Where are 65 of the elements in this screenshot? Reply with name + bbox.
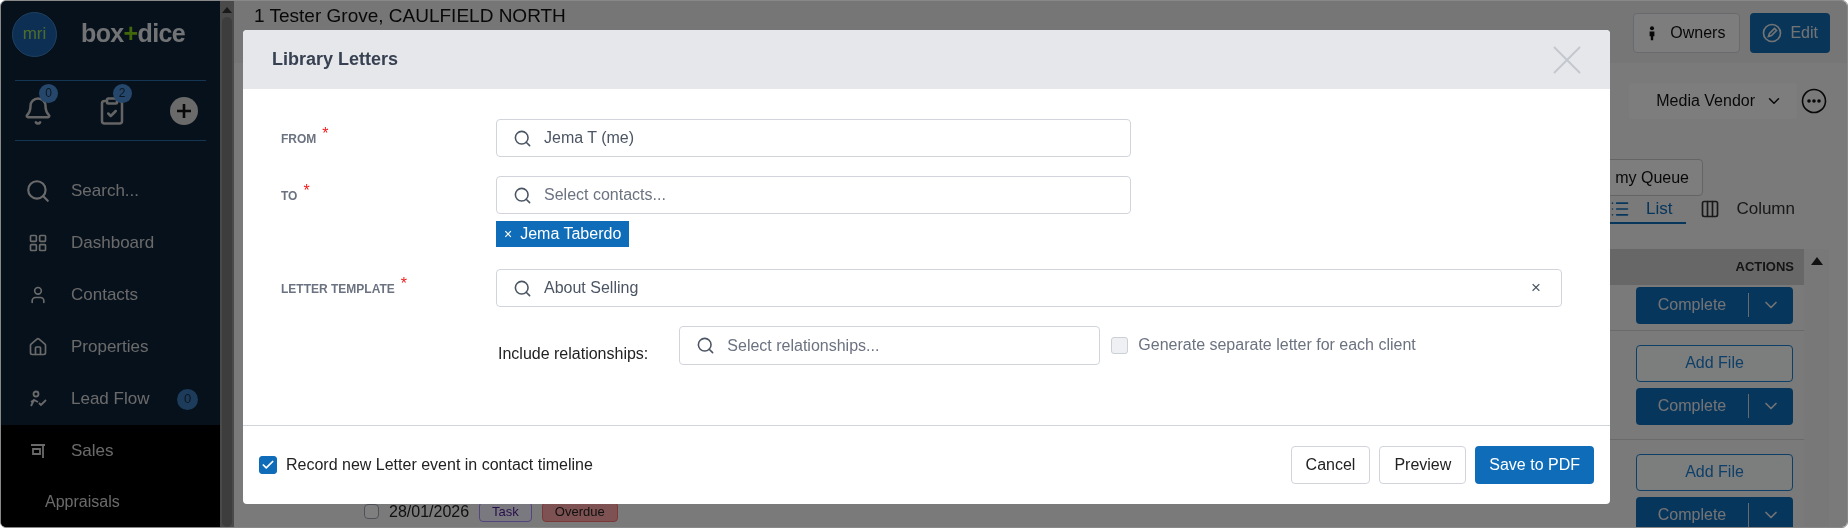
search-icon bbox=[513, 185, 532, 205]
complete-split-button[interactable]: Complete bbox=[1636, 387, 1793, 425]
dialog-button[interactable]: Cancel bbox=[1290, 446, 1371, 484]
grid-icon bbox=[28, 233, 48, 253]
search-field[interactable]: About Selling × bbox=[496, 269, 1562, 307]
brand-name: box+dice bbox=[81, 18, 186, 50]
field-label: Include relationships: bbox=[498, 344, 649, 364]
scrollbar-thumb[interactable] bbox=[222, 17, 232, 527]
count-badge: 0 bbox=[177, 388, 198, 410]
required-mark: * bbox=[303, 183, 310, 199]
owners-button[interactable]: Owners bbox=[1633, 13, 1741, 53]
complete-split-button[interactable]: Complete bbox=[1636, 496, 1793, 527]
search-icon bbox=[25, 178, 51, 204]
field-label: FROM bbox=[281, 131, 317, 148]
dialog-button[interactable]: Preview bbox=[1379, 446, 1467, 484]
page-title: 1 Tester Grove, CAULFIELD NORTH bbox=[254, 5, 566, 27]
search-field[interactable]: Select relationships... bbox=[679, 326, 1101, 365]
logo[interactable]: mri bbox=[12, 11, 57, 57]
scroll-up-icon[interactable] bbox=[1810, 256, 1823, 265]
sign-icon bbox=[28, 441, 48, 461]
search-icon bbox=[696, 336, 716, 355]
person-icon bbox=[1648, 25, 1657, 41]
add-file-button[interactable]: Add File bbox=[1636, 453, 1793, 491]
more-icon[interactable] bbox=[1801, 88, 1827, 114]
checkbox[interactable] bbox=[259, 456, 277, 474]
nav-item[interactable]: Properties bbox=[1, 321, 220, 373]
nav-subitem[interactable]: Appraisals bbox=[1, 477, 220, 527]
required-mark: * bbox=[400, 276, 407, 292]
scroll-up-icon[interactable] bbox=[222, 7, 232, 13]
remove-button[interactable]: × bbox=[504, 223, 513, 245]
person-check-icon bbox=[28, 389, 48, 409]
complete-split-button[interactable]: Complete bbox=[1636, 286, 1793, 324]
date-cell-text: 28/01/2026 bbox=[389, 501, 470, 522]
checkbox-label: Generate separate letter for each client bbox=[1138, 335, 1416, 355]
view-tab[interactable]: Column bbox=[1686, 196, 1809, 224]
search-icon bbox=[513, 128, 532, 148]
count-badge: 2 bbox=[112, 83, 132, 103]
house-icon bbox=[28, 337, 48, 357]
nav-item[interactable]: Contacts bbox=[1, 269, 220, 321]
edit-icon bbox=[1762, 23, 1783, 43]
bell-icon[interactable] bbox=[23, 95, 53, 126]
add-file-button[interactable]: Add File bbox=[1636, 344, 1793, 382]
required-mark: * bbox=[322, 126, 329, 142]
nav-item[interactable]: Search... bbox=[1, 165, 220, 217]
dialog-button[interactable]: Save to PDF bbox=[1475, 446, 1594, 484]
contact-chip: × Jema Taberdo bbox=[496, 221, 630, 247]
clear-button[interactable]: × bbox=[1531, 275, 1541, 301]
checkbox-label: Record new Letter event in contact timeline bbox=[286, 455, 593, 475]
nav-item[interactable]: Sales bbox=[1, 425, 220, 477]
check-icon bbox=[261, 458, 275, 472]
edit-button[interactable]: Edit bbox=[1750, 13, 1830, 53]
field-label: TO bbox=[281, 188, 298, 205]
columns-icon bbox=[1700, 198, 1721, 219]
nav-item[interactable]: Lead Flow 0 bbox=[1, 373, 220, 425]
row-checkbox[interactable] bbox=[364, 504, 379, 519]
add-icon[interactable] bbox=[170, 96, 198, 125]
person-icon bbox=[28, 285, 48, 305]
dialog-title: Library Letters bbox=[272, 48, 399, 71]
column-header: ACTIONS bbox=[1735, 257, 1794, 276]
field-label: LETTER TEMPLATE bbox=[281, 281, 395, 298]
nav-item[interactable]: Dashboard bbox=[1, 217, 220, 269]
search-field[interactable]: Select contacts... bbox=[496, 176, 1131, 214]
search-icon bbox=[513, 278, 532, 298]
count-badge: 0 bbox=[39, 83, 58, 103]
search-field[interactable]: Jema T (me) bbox=[496, 119, 1131, 157]
